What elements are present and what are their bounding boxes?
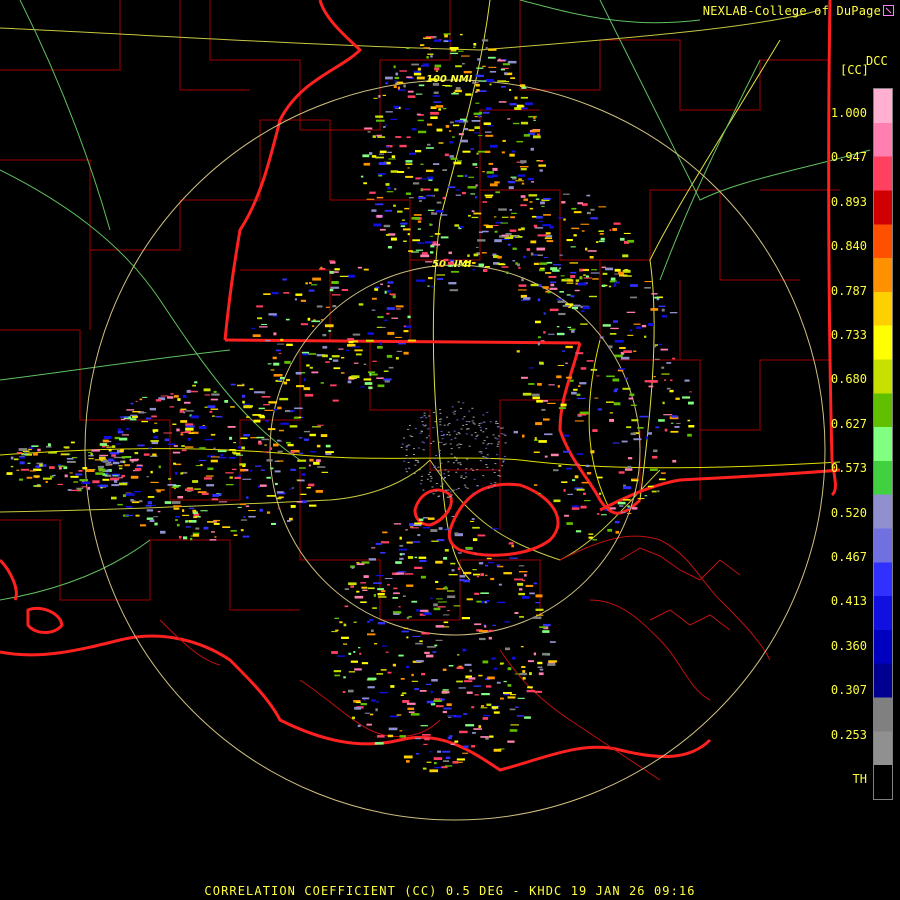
color-scale-tick-label: 0.253	[830, 727, 867, 742]
product-footer: CORRELATION COEFFICIENT (CC) 0.5 DEG - K…	[204, 884, 696, 898]
credit-text: NEXLAB-College of DuPage	[702, 4, 881, 18]
color-scale-tick-label: 0.573	[830, 461, 867, 476]
color-scale-tick-label: 0.520	[830, 505, 867, 520]
color-scale-tick-label: 0.360	[830, 638, 867, 653]
color-scale-tick-label: 0.947	[830, 150, 867, 165]
color-scale-tick-label: 0.840	[830, 239, 867, 254]
color-scale-tick-label: 0.307	[830, 683, 867, 698]
radar-map: 50 NMI 100 NMI	[0, 0, 900, 900]
color-scale-tick-label: 0.467	[830, 550, 867, 564]
color-scale-tick-label: 0.680	[830, 372, 867, 387]
color-scale-tick-label: 0.413	[830, 594, 867, 609]
color-scale-tick-label: 0.787	[830, 283, 867, 298]
legend-product-label: DCC	[866, 54, 888, 68]
color-scale-tick-label: 0.627	[830, 416, 867, 431]
credit-label: NEXLAB-College of DuPage	[703, 4, 894, 18]
external-link-icon[interactable]	[883, 5, 894, 16]
color-scale-tick-label: 0.733	[830, 328, 867, 342]
legend-unit-label: [CC]	[840, 63, 869, 77]
color-scale-tick-label: TH	[852, 772, 867, 786]
color-scale-bar	[873, 88, 893, 800]
color-scale-tick-label: 0.893	[830, 194, 867, 209]
color-scale-tick-label: 1.000	[830, 106, 867, 120]
